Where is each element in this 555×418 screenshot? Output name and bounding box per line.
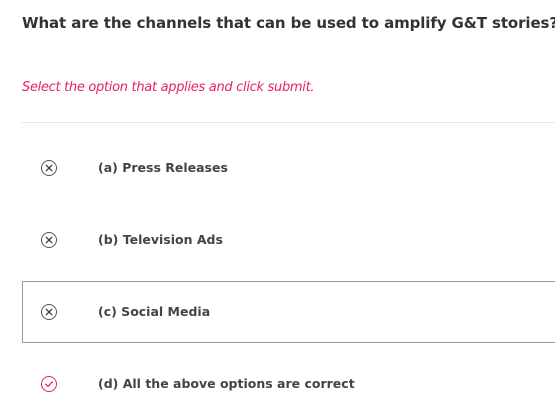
x-circle-icon [40, 231, 58, 249]
x-circle-icon [40, 303, 58, 321]
option-c[interactable]: (c) Social Media [22, 281, 555, 343]
option-b-label: (b) Television Ads [98, 232, 223, 247]
divider [22, 122, 555, 123]
check-circle-icon [40, 375, 58, 393]
x-circle-icon [40, 159, 58, 177]
option-c-label: (c) Social Media [98, 304, 211, 319]
instruction-text: Select the option that applies and click… [22, 80, 315, 95]
option-d[interactable]: (d) All the above options are correct [22, 353, 555, 415]
option-b[interactable]: (b) Television Ads [22, 209, 555, 271]
option-a-label: (a) Press Releases [98, 160, 228, 175]
quiz-page: What are the channels that can be used t… [0, 0, 555, 418]
question-text: What are the channels that can be used t… [22, 14, 555, 32]
option-d-label: (d) All the above options are correct [98, 376, 355, 391]
option-a[interactable]: (a) Press Releases [22, 137, 555, 199]
